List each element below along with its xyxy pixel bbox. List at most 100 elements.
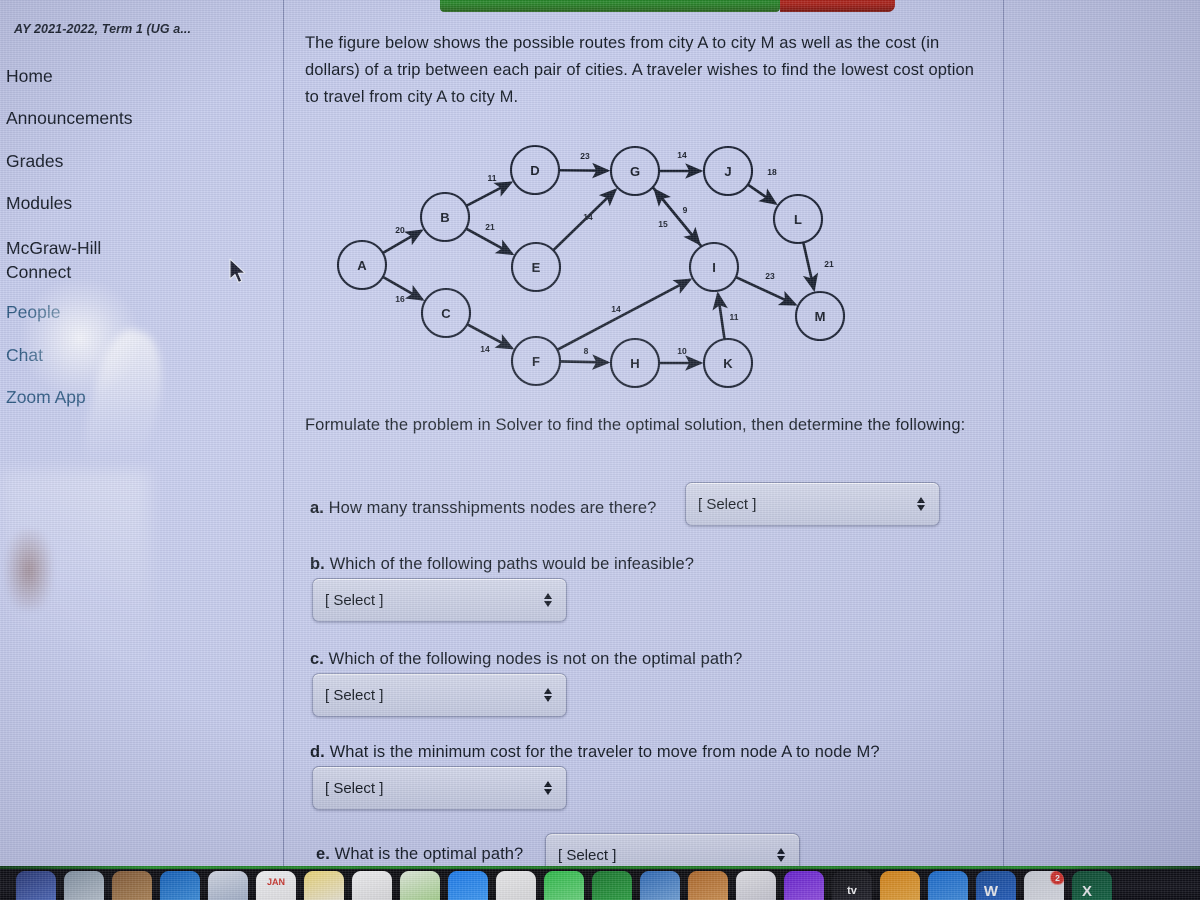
dock-icon-word[interactable]: W <box>976 871 1016 900</box>
select-answer-b[interactable]: [ Select ] <box>312 578 567 622</box>
question-e: e. What is the optimal path? <box>316 841 566 868</box>
diagram-edge-weight-B-E: 21 <box>485 222 495 232</box>
dock-icon-xcode[interactable] <box>928 871 968 900</box>
question-e-label: e. <box>316 845 330 863</box>
dock-icon-notes-tan[interactable] <box>112 871 152 900</box>
dock-icon-photos[interactable] <box>496 871 536 900</box>
diagram-node-A: A <box>336 239 388 291</box>
diagram-edge-weight-H-K: 10 <box>677 346 687 356</box>
sidebar-item-home[interactable]: Home <box>6 66 53 87</box>
diagram-node-label: I <box>712 260 716 275</box>
dock-icon-label: X <box>1081 882 1092 900</box>
dock-icon-podcasts-bg[interactable] <box>688 871 728 900</box>
question-a-text: How many transshipments nodes are there? <box>328 499 657 517</box>
dock-icon-clock[interactable]: 2 <box>1024 871 1064 900</box>
diagram-edge-B-E <box>465 227 515 256</box>
diagram-edge-F-H <box>559 354 611 370</box>
dock-icon-siri[interactable] <box>64 871 104 900</box>
select-answer-c[interactable]: [ Select ] <box>312 673 567 717</box>
diagram-edge-K-I <box>712 291 728 340</box>
question-b-label: b. <box>310 555 325 573</box>
select-answer-e-value: [ Select ] <box>558 846 617 864</box>
browser-top-bar <box>440 0 895 12</box>
macos-dock: JAN tv W 2 X <box>0 866 1200 900</box>
select-answer-a[interactable]: [ Select ] <box>685 482 940 526</box>
diagram-edge-L-M <box>802 242 819 292</box>
sidebar-item-mcgraw-hill-connect[interactable]: McGraw-Hill Connect <box>6 236 101 284</box>
diagram-nodes: A B C D E F G H I J K L M <box>336 144 846 389</box>
dock-icon-safari[interactable] <box>160 871 200 900</box>
diagram-node-J: J <box>702 145 754 197</box>
diagram-edge-weight-C-F: 14 <box>480 344 490 354</box>
question-d-label: d. <box>310 743 325 761</box>
dock-icon-podcasts[interactable] <box>784 871 824 900</box>
diagram-node-E: E <box>510 241 562 293</box>
dock-icon-excel[interactable]: X <box>1072 871 1112 900</box>
dock-icon-messages[interactable] <box>448 871 488 900</box>
question-a: a. How many transshipments nodes are the… <box>310 495 710 522</box>
sidebar-item-people[interactable]: People <box>6 302 61 323</box>
question-e-text: What is the optimal path? <box>334 845 524 863</box>
diagram-edge-weight-G-I: 15 <box>658 219 668 229</box>
diagram-edge-weight-G-J: 14 <box>677 150 687 160</box>
screenshot-root: AY 2021-2022, Term 1 (UG a... Home Annou… <box>0 0 1200 900</box>
dock-icon-reminders[interactable] <box>352 871 392 900</box>
dock-icon-contacts[interactable] <box>208 871 248 900</box>
dock-icon-books[interactable] <box>880 871 920 900</box>
dock-icon-label: JAN <box>266 877 285 887</box>
diagram-edge-weight-A-B: 20 <box>395 225 405 235</box>
select-answer-a-value: [ Select ] <box>698 495 757 513</box>
diagram-node-label: G <box>630 164 640 179</box>
diagram-edge-weight-E-G: 14 <box>583 212 593 222</box>
sidebar-item-chat[interactable]: Chat <box>6 345 43 366</box>
dock-icon-finder[interactable] <box>16 871 56 900</box>
diagram-edge-labels: 20 16 11 21 14 23 14 8 14 14 15 9 10 11 23 18 21 <box>395 150 834 356</box>
dock-icon-apple-tv[interactable]: tv <box>832 871 872 900</box>
sidebar-item-announcements[interactable]: Announcements <box>6 108 132 129</box>
diagram-node-F: F <box>510 335 562 387</box>
diagram-edge-weight-J-L: 18 <box>767 167 777 177</box>
diagram-node-label: K <box>723 356 733 371</box>
dock-icon-maps[interactable] <box>400 871 440 900</box>
sidebar-item-label-line2: Connect <box>6 262 72 282</box>
dock-icon-app-store[interactable] <box>736 871 776 900</box>
network-diagram-figure: 20 16 11 21 14 23 14 8 14 14 15 9 10 11 23 18 21 A B C D E F G… <box>300 130 1000 400</box>
diagram-edge-weight-A-C: 16 <box>395 294 405 304</box>
dock-icon-notes[interactable] <box>304 871 344 900</box>
diagram-node-label: J <box>724 164 731 179</box>
chevron-updown-icon <box>777 848 785 862</box>
diagram-node-K: K <box>702 337 754 389</box>
diagram-node-H: H <box>609 337 661 389</box>
dock-icon-facetime[interactable] <box>544 871 584 900</box>
sidebar-item-modules[interactable]: Modules <box>6 193 72 214</box>
formulate-instruction-text: Formulate the problem in Solver to find … <box>305 416 966 434</box>
select-answer-d[interactable]: [ Select ] <box>312 766 567 810</box>
dock-icon-news[interactable] <box>640 871 680 900</box>
diagram-edge-I-G <box>653 187 703 248</box>
diagram-node-label: B <box>440 210 449 225</box>
dock-icon-calendar[interactable]: JAN <box>256 871 296 900</box>
diagram-node-B: B <box>419 191 471 243</box>
question-b: b. Which of the following paths would be… <box>310 551 810 578</box>
sidebar-divider <box>283 0 284 880</box>
chevron-updown-icon <box>544 593 552 607</box>
mouse-cursor-icon <box>229 258 246 284</box>
dock-icon-label: tv <box>847 885 857 897</box>
diagram-node-label: F <box>532 354 540 369</box>
sidebar-item-zoom-app[interactable]: Zoom App <box>6 387 86 408</box>
diagram-edge-weight-I-G: 9 <box>683 205 688 215</box>
question-c-text: Which of the following nodes is not on t… <box>328 650 743 668</box>
question-a-label: a. <box>310 499 324 517</box>
dock-icon-strip: JAN tv W 2 X <box>0 869 1200 900</box>
sidebar-item-grades[interactable]: Grades <box>6 151 63 172</box>
chevron-updown-icon <box>544 781 552 795</box>
chevron-updown-icon <box>544 688 552 702</box>
quiz-content: The figure below shows the possible rout… <box>300 0 1000 880</box>
dock-icon-books-green[interactable] <box>592 871 632 900</box>
diagram-node-label: H <box>630 356 639 371</box>
diagram-node-G: G <box>609 145 661 197</box>
browser-tab-active-red <box>780 0 895 12</box>
diagram-edge-F-I <box>556 278 693 351</box>
course-title: AY 2021-2022, Term 1 (UG a... <box>14 22 192 36</box>
diagram-node-label: A <box>357 258 367 273</box>
